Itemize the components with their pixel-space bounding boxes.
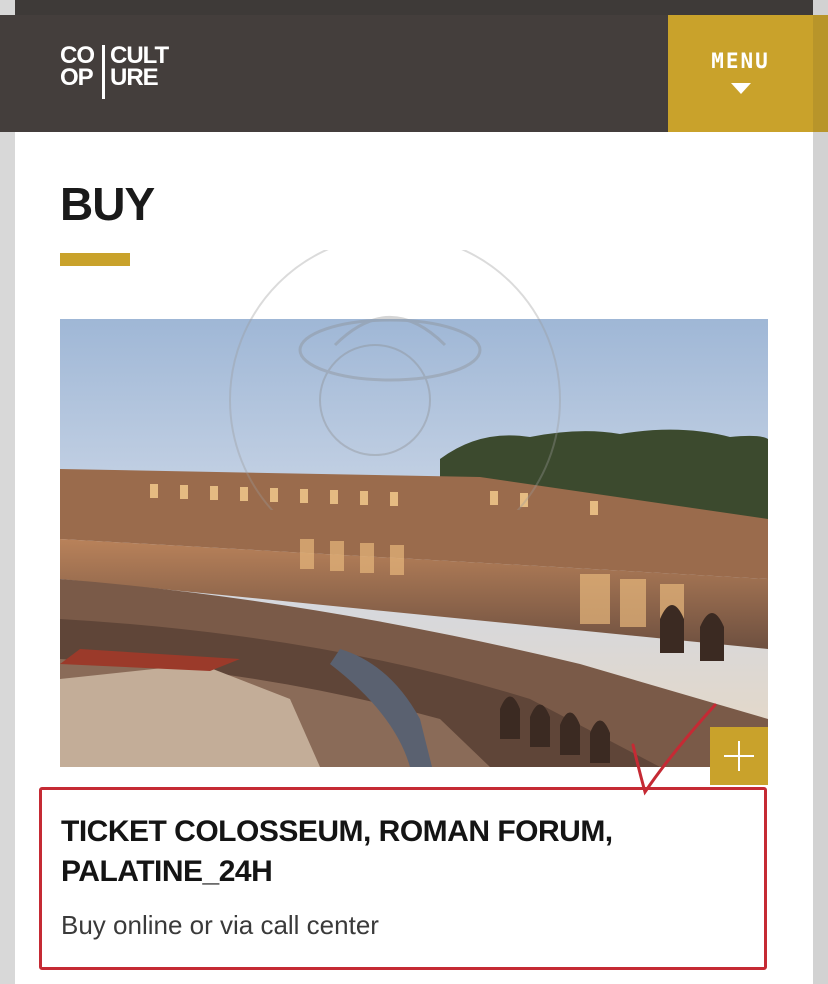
main-content: BUY TICKET COLOSSEUM, ROMAN FORUM, PALAT…	[15, 132, 813, 984]
status-strip	[0, 0, 828, 15]
plus-icon[interactable]	[710, 727, 768, 785]
logo-left-text: CO OP	[60, 42, 95, 91]
site-header: CO OP CULT URE MENU	[0, 15, 828, 132]
header-right-strip	[813, 15, 828, 132]
right-gutter	[813, 0, 828, 984]
logo-divider	[102, 45, 105, 99]
left-gutter	[0, 0, 15, 984]
title-underline	[60, 253, 130, 266]
logo-right-text: CULT URE	[110, 42, 169, 91]
colosseum-illustration	[60, 319, 768, 767]
ticket-subtitle: Buy online or via call center	[61, 910, 379, 940]
ticket-title[interactable]: TICKET COLOSSEUM, ROMAN FORUM, PALATINE_…	[61, 812, 701, 892]
ticket-card[interactable]: TICKET COLOSSEUM, ROMAN FORUM, PALATINE_…	[39, 787, 767, 970]
caret-down-icon	[731, 83, 751, 94]
menu-button[interactable]: MENU	[668, 15, 813, 132]
plus-icon-vertical	[738, 741, 740, 771]
coopculture-logo[interactable]: CO OP CULT URE	[60, 42, 190, 100]
colosseum-photo[interactable]	[60, 319, 768, 767]
page-title: BUY	[60, 178, 155, 230]
menu-label: MENU	[711, 49, 770, 73]
